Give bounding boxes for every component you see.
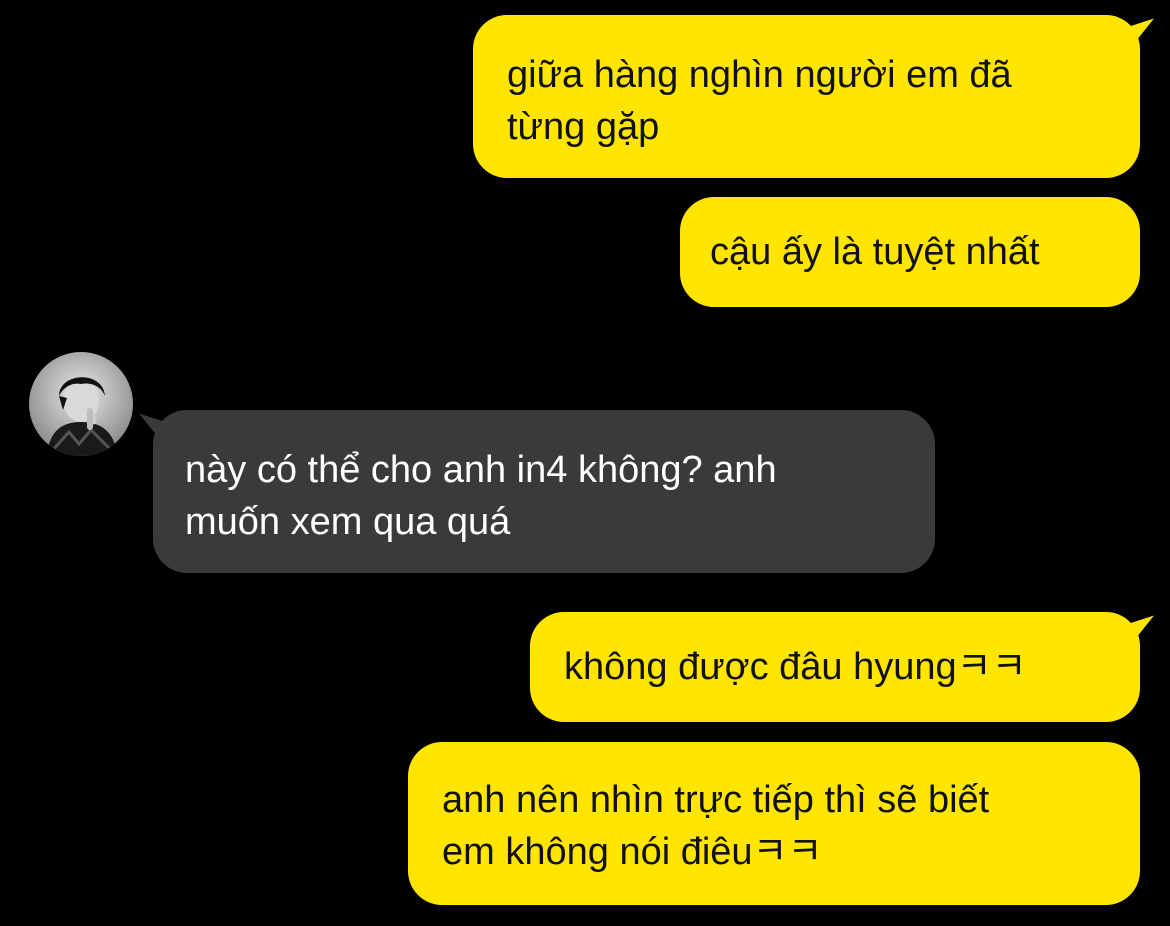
bubble-tail xyxy=(1126,615,1154,651)
chat-thread: giữa hàng nghìn người em đã từng gặp cậu… xyxy=(0,0,1170,926)
bubble-tail xyxy=(139,413,167,449)
message-text: anh nên nhìn trực tiếp thì sẽ biết em kh… xyxy=(442,779,990,873)
bubble-tail xyxy=(1126,18,1154,54)
message-bubble-incoming[interactable]: này có thể cho anh in4 không? anh muốn x… xyxy=(139,410,935,573)
message-text: cậu ấy là tuyệt nhất xyxy=(710,231,1040,273)
avatar-photo-icon xyxy=(29,352,133,456)
message-text: không được đâu hyungㅋㅋ xyxy=(564,646,1027,688)
contact-avatar[interactable] xyxy=(29,352,133,456)
message-bubble-outgoing[interactable]: anh nên nhìn trực tiếp thì sẽ biết em kh… xyxy=(408,742,1140,905)
message-bubble-outgoing[interactable]: giữa hàng nghìn người em đã từng gặp xyxy=(473,15,1154,178)
message-bubble-outgoing[interactable]: cậu ấy là tuyệt nhất xyxy=(680,197,1140,307)
message-bubble-outgoing[interactable]: không được đâu hyungㅋㅋ xyxy=(530,612,1154,722)
message-text: giữa hàng nghìn người em đã từng gặp xyxy=(507,54,1012,148)
message-text: này có thể cho anh in4 không? anh muốn x… xyxy=(185,449,777,543)
